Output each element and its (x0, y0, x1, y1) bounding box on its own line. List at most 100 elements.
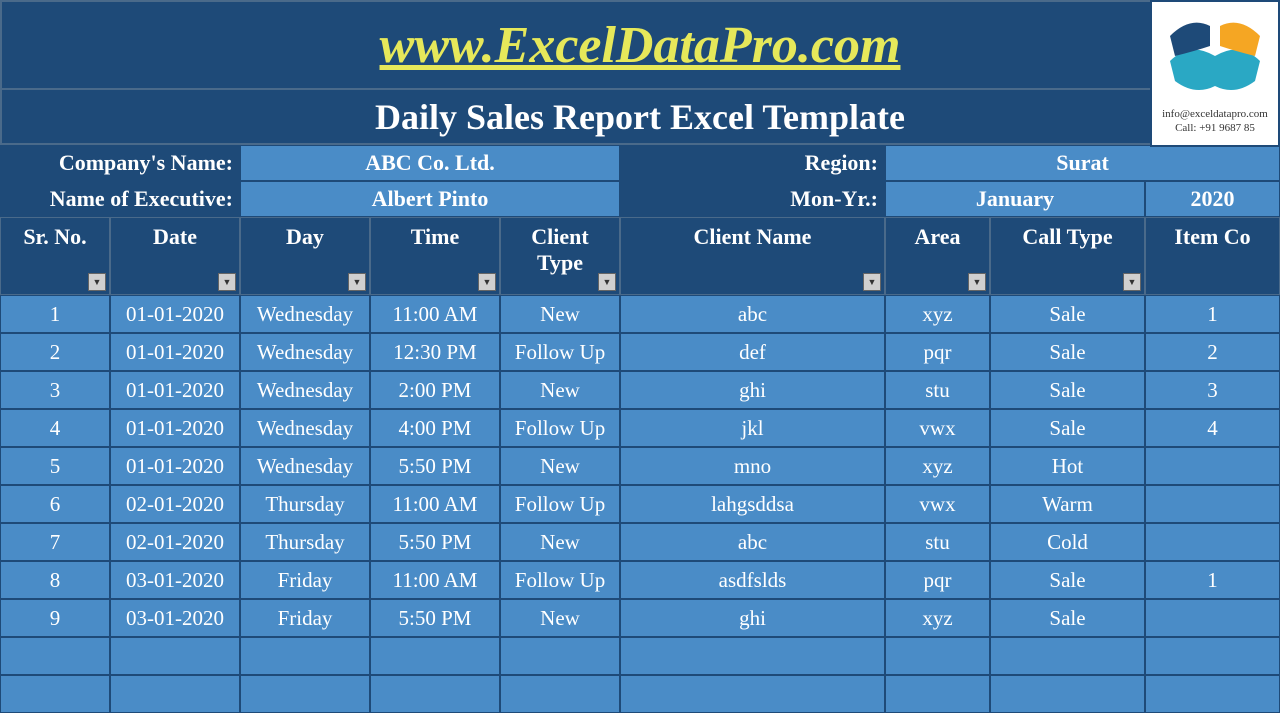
table-cell[interactable]: Thursday (240, 485, 370, 523)
table-cell[interactable]: 6 (0, 485, 110, 523)
table-cell[interactable]: New (500, 599, 620, 637)
table-cell[interactable]: Follow Up (500, 333, 620, 371)
table-cell[interactable] (500, 675, 620, 713)
table-cell[interactable] (370, 637, 500, 675)
table-cell[interactable]: jkl (620, 409, 885, 447)
table-cell[interactable]: 2:00 PM (370, 371, 500, 409)
filter-dropdown-icon[interactable] (598, 273, 616, 291)
table-row[interactable]: 602-01-2020Thursday11:00 AMFollow Uplahg… (0, 485, 1280, 523)
filter-dropdown-icon[interactable] (348, 273, 366, 291)
table-cell[interactable]: abc (620, 523, 885, 561)
table-cell[interactable] (620, 637, 885, 675)
table-cell[interactable] (0, 637, 110, 675)
table-cell[interactable]: Thursday (240, 523, 370, 561)
filter-dropdown-icon[interactable] (88, 273, 106, 291)
table-cell[interactable]: mno (620, 447, 885, 485)
table-cell[interactable]: abc (620, 295, 885, 333)
table-cell[interactable] (240, 675, 370, 713)
table-cell[interactable]: 01-01-2020 (110, 447, 240, 485)
filter-dropdown-icon[interactable] (478, 273, 496, 291)
table-cell[interactable]: Warm (990, 485, 1145, 523)
filter-dropdown-icon[interactable] (1123, 273, 1141, 291)
table-cell[interactable]: asdfslds (620, 561, 885, 599)
table-cell[interactable]: 4:00 PM (370, 409, 500, 447)
table-cell[interactable]: 5:50 PM (370, 599, 500, 637)
table-cell[interactable] (1145, 675, 1280, 713)
table-cell[interactable]: def (620, 333, 885, 371)
company-value[interactable]: ABC Co. Ltd. (240, 145, 620, 181)
table-row[interactable]: 101-01-2020Wednesday11:00 AMNewabcxyzSal… (0, 295, 1280, 333)
table-cell[interactable] (1145, 599, 1280, 637)
table-cell[interactable]: 02-01-2020 (110, 523, 240, 561)
table-cell[interactable]: 1 (1145, 295, 1280, 333)
table-cell[interactable]: Sale (990, 561, 1145, 599)
table-cell[interactable]: pqr (885, 561, 990, 599)
col-date[interactable]: Date (110, 217, 240, 295)
table-row[interactable]: 401-01-2020Wednesday4:00 PMFollow Upjklv… (0, 409, 1280, 447)
table-cell[interactable] (620, 675, 885, 713)
table-cell[interactable]: New (500, 295, 620, 333)
table-cell[interactable]: Follow Up (500, 561, 620, 599)
table-cell[interactable] (885, 637, 990, 675)
table-cell[interactable]: stu (885, 523, 990, 561)
table-cell[interactable]: 03-01-2020 (110, 561, 240, 599)
table-cell[interactable]: New (500, 447, 620, 485)
table-cell[interactable]: 03-01-2020 (110, 599, 240, 637)
table-cell[interactable]: 2 (0, 333, 110, 371)
table-cell[interactable] (1145, 523, 1280, 561)
table-cell[interactable]: 8 (0, 561, 110, 599)
table-cell[interactable]: Wednesday (240, 371, 370, 409)
col-day[interactable]: Day (240, 217, 370, 295)
table-cell[interactable]: 3 (1145, 371, 1280, 409)
monyr-month[interactable]: January (885, 181, 1145, 217)
table-cell[interactable] (990, 675, 1145, 713)
table-cell[interactable]: pqr (885, 333, 990, 371)
table-cell[interactable] (500, 637, 620, 675)
table-cell[interactable]: 11:00 AM (370, 295, 500, 333)
table-cell[interactable]: xyz (885, 599, 990, 637)
col-client-name[interactable]: Client Name (620, 217, 885, 295)
table-cell[interactable]: xyz (885, 295, 990, 333)
col-client-type[interactable]: ClientType (500, 217, 620, 295)
col-sr-no[interactable]: Sr. No. (0, 217, 110, 295)
table-cell[interactable]: Wednesday (240, 409, 370, 447)
table-cell[interactable] (0, 675, 110, 713)
table-cell[interactable]: vwx (885, 409, 990, 447)
table-cell[interactable]: Sale (990, 333, 1145, 371)
monyr-year[interactable]: 2020 (1145, 181, 1280, 217)
table-cell[interactable]: 11:00 AM (370, 561, 500, 599)
table-cell[interactable]: Sale (990, 599, 1145, 637)
table-cell[interactable]: Follow Up (500, 409, 620, 447)
table-cell[interactable]: lahgsddsa (620, 485, 885, 523)
region-value[interactable]: Surat (885, 145, 1280, 181)
filter-dropdown-icon[interactable] (218, 273, 236, 291)
table-cell[interactable]: Sale (990, 409, 1145, 447)
table-row[interactable]: 301-01-2020Wednesday2:00 PMNewghistuSale… (0, 371, 1280, 409)
table-cell[interactable]: 01-01-2020 (110, 295, 240, 333)
table-row[interactable]: 702-01-2020Thursday5:50 PMNewabcstuCold (0, 523, 1280, 561)
table-cell[interactable] (370, 675, 500, 713)
table-cell[interactable]: Friday (240, 599, 370, 637)
table-cell[interactable]: 4 (0, 409, 110, 447)
table-cell[interactable] (1145, 637, 1280, 675)
table-cell[interactable]: 4 (1145, 409, 1280, 447)
filter-dropdown-icon[interactable] (863, 273, 881, 291)
table-cell[interactable]: stu (885, 371, 990, 409)
table-cell[interactable] (110, 637, 240, 675)
table-cell[interactable]: 12:30 PM (370, 333, 500, 371)
table-cell[interactable]: 3 (0, 371, 110, 409)
table-cell[interactable]: 2 (1145, 333, 1280, 371)
table-cell[interactable]: 11:00 AM (370, 485, 500, 523)
executive-value[interactable]: Albert Pinto (240, 181, 620, 217)
table-cell[interactable]: 02-01-2020 (110, 485, 240, 523)
table-cell[interactable]: 01-01-2020 (110, 333, 240, 371)
table-cell[interactable]: Hot (990, 447, 1145, 485)
col-call-type[interactable]: Call Type (990, 217, 1145, 295)
table-cell[interactable]: Cold (990, 523, 1145, 561)
table-cell[interactable]: 01-01-2020 (110, 371, 240, 409)
table-cell[interactable]: Follow Up (500, 485, 620, 523)
table-cell[interactable] (990, 637, 1145, 675)
table-cell[interactable]: 9 (0, 599, 110, 637)
table-cell[interactable]: xyz (885, 447, 990, 485)
table-cell[interactable]: Friday (240, 561, 370, 599)
